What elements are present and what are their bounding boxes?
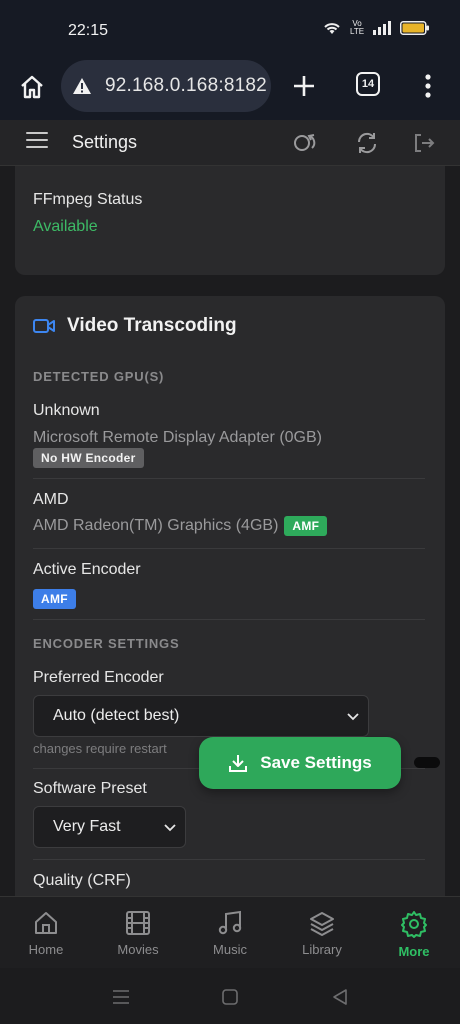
back-button[interactable] bbox=[329, 986, 351, 1008]
gear-icon bbox=[401, 911, 427, 938]
nav-music[interactable]: Music bbox=[184, 897, 276, 968]
video-transcoding-title: Video Transcoding bbox=[67, 315, 237, 336]
home-icon bbox=[35, 912, 57, 934]
status-time: 22:15 bbox=[68, 22, 109, 39]
nav-label: Library bbox=[302, 942, 342, 957]
signal-icon bbox=[373, 21, 391, 35]
nav-label: Home bbox=[28, 942, 64, 957]
nav-label: Movies bbox=[117, 942, 159, 957]
tab-count: 14 bbox=[361, 78, 375, 90]
ffmpeg-status-label: FFmpeg Status bbox=[33, 191, 143, 208]
divider bbox=[33, 478, 425, 479]
active-encoder-badge: AMF bbox=[33, 589, 76, 609]
browser-home-button[interactable] bbox=[16, 71, 48, 103]
scroll-handle[interactable] bbox=[414, 757, 440, 768]
software-preset-value: Very Fast bbox=[53, 818, 121, 835]
plus-icon bbox=[294, 76, 314, 96]
preferred-encoder-hint: changes require restart bbox=[33, 741, 167, 756]
video-camera-icon bbox=[33, 319, 55, 333]
download-icon bbox=[229, 755, 248, 772]
film-icon bbox=[126, 911, 150, 935]
status-bar: 22:15 Vo LTE bbox=[0, 0, 460, 58]
new-tab-button[interactable] bbox=[288, 70, 320, 102]
chevron-down-icon bbox=[347, 713, 359, 721]
detected-gpus-heading: DETECTED GPU(S) bbox=[33, 369, 165, 384]
layers-icon bbox=[310, 912, 334, 936]
square-icon bbox=[222, 989, 238, 1005]
status-icons: Vo LTE bbox=[322, 20, 430, 36]
gpu-name: Microsoft Remote Display Adapter (0GB) bbox=[33, 429, 322, 446]
not-secure-button[interactable] bbox=[71, 75, 93, 97]
software-preset-select[interactable]: Very Fast bbox=[33, 806, 186, 848]
gpu-vendor: Unknown bbox=[33, 402, 100, 419]
address-bar[interactable]: 92.168.0.168:8182 bbox=[61, 60, 271, 112]
bottom-nav: Home Movies Music Library More bbox=[0, 896, 460, 968]
save-settings-label: Save Settings bbox=[260, 753, 372, 772]
section-title: Video Transcoding bbox=[33, 315, 237, 337]
battery-icon bbox=[400, 21, 429, 35]
back-triangle-icon bbox=[333, 989, 347, 1005]
app-header: Settings bbox=[0, 120, 460, 166]
amf-badge: AMF bbox=[284, 516, 328, 536]
divider bbox=[33, 548, 425, 549]
nav-movies[interactable]: Movies bbox=[92, 897, 184, 968]
preferred-encoder-label: Preferred Encoder bbox=[33, 669, 164, 686]
refresh-icon[interactable] bbox=[353, 129, 381, 157]
software-preset-label: Software Preset bbox=[33, 780, 147, 797]
browser-menu-button[interactable] bbox=[416, 70, 440, 102]
browser-toolbar: 92.168.0.168:8182 14 bbox=[0, 58, 460, 120]
gpu-vendor: AMD bbox=[33, 491, 69, 508]
video-transcoding-card: Video Transcoding DETECTED GPU(S) Unknow… bbox=[15, 296, 445, 896]
home-icon bbox=[21, 75, 43, 99]
gpu-row: AMD Radeon(TM) Graphics (4GB) AMF bbox=[33, 516, 328, 536]
nav-library[interactable]: Library bbox=[276, 897, 368, 968]
ffmpeg-card: FFmpeg Status Available bbox=[15, 166, 445, 275]
nav-label: More bbox=[398, 944, 430, 959]
tabs-button[interactable]: 14 bbox=[356, 72, 380, 96]
page-title: Settings bbox=[72, 132, 138, 152]
wifi-icon bbox=[324, 23, 340, 34]
warning-icon bbox=[73, 78, 91, 94]
no-hw-encoder-badge: No HW Encoder bbox=[33, 448, 144, 468]
quality-crf-label: Quality (CRF) bbox=[33, 872, 131, 889]
active-encoder-label: Active Encoder bbox=[33, 561, 141, 578]
nav-label: Music bbox=[213, 942, 247, 957]
home-system-button[interactable] bbox=[219, 986, 241, 1008]
ffmpeg-status-value: Available bbox=[33, 218, 98, 235]
sync-icon[interactable] bbox=[292, 129, 320, 157]
recents-button[interactable] bbox=[110, 986, 132, 1008]
divider bbox=[33, 859, 425, 860]
nav-home[interactable]: Home bbox=[0, 897, 92, 968]
save-settings-button[interactable]: Save Settings bbox=[199, 737, 401, 789]
encoder-settings-heading: ENCODER SETTINGS bbox=[33, 636, 180, 651]
music-icon bbox=[218, 910, 242, 935]
more-vert-icon bbox=[425, 74, 431, 98]
system-nav-bar bbox=[0, 968, 460, 1024]
preferred-encoder-value: Auto (detect best) bbox=[53, 707, 180, 724]
preferred-encoder-select[interactable]: Auto (detect best) bbox=[33, 695, 369, 737]
url-text: 92.168.0.168:8182 bbox=[105, 75, 267, 96]
volte-icon: Vo LTE bbox=[350, 19, 365, 36]
divider bbox=[33, 619, 425, 620]
gpu-name: AMD Radeon(TM) Graphics (4GB) bbox=[33, 517, 279, 534]
chevron-down-icon bbox=[164, 824, 176, 832]
recents-icon bbox=[113, 990, 129, 1004]
menu-icon[interactable] bbox=[26, 132, 48, 152]
nav-more[interactable]: More bbox=[368, 897, 460, 968]
logout-icon[interactable] bbox=[410, 129, 438, 157]
